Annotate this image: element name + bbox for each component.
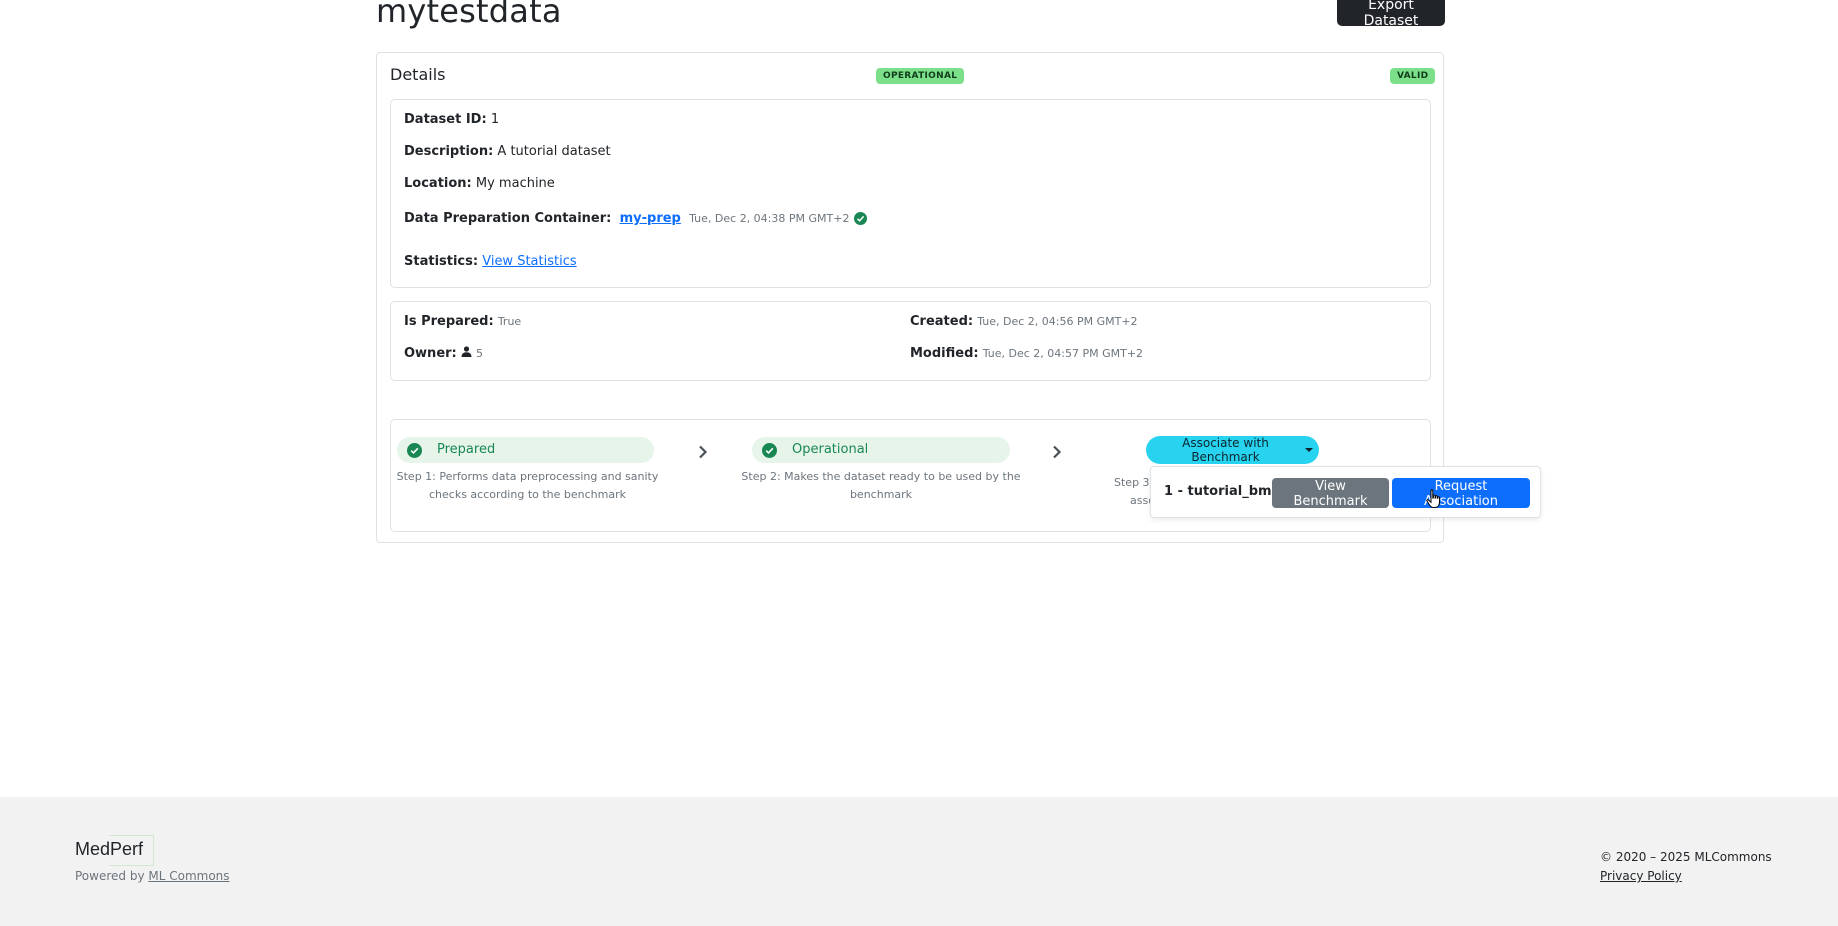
details-title: Details bbox=[390, 65, 446, 84]
dataset-id-row: Dataset ID: 1 bbox=[404, 112, 499, 127]
mlcommons-link[interactable]: ML Commons bbox=[148, 869, 229, 883]
location-label: Location: bbox=[404, 176, 472, 191]
valid-badge: VALID bbox=[1390, 68, 1436, 84]
check-circle-icon bbox=[407, 443, 422, 458]
container-label: Data Preparation Container: bbox=[404, 211, 612, 226]
step1-desc-line1: Step 1: Performs data preprocessing and … bbox=[396, 470, 659, 483]
check-circle-icon bbox=[853, 212, 867, 225]
description-value: A tutorial dataset bbox=[497, 144, 611, 159]
modified-row: Modified: Tue, Dec 2, 04:57 PM GMT+2 bbox=[910, 346, 1143, 361]
view-statistics-link[interactable]: View Statistics bbox=[482, 254, 576, 269]
description-row: Description: A tutorial dataset bbox=[404, 144, 611, 159]
associate-benchmark-button[interactable]: Associate with Benchmark bbox=[1146, 436, 1319, 464]
site-footer: MedPerf Powered by ML Commons © 2020 – 2… bbox=[0, 797, 1838, 926]
dataset-meta-box: Is Prepared: True Owner: 5 Created: Tue,… bbox=[390, 301, 1431, 381]
check-circle-icon bbox=[762, 443, 777, 458]
caret-down-icon bbox=[1305, 448, 1313, 452]
page-title: mytestdata bbox=[376, 0, 562, 30]
step3-desc-line1: Step 3: bbox=[1114, 476, 1154, 489]
powered-by-text: Powered by ML Commons bbox=[75, 869, 230, 883]
created-row: Created: Tue, Dec 2, 04:56 PM GMT+2 bbox=[910, 314, 1138, 329]
step-operational: Operational bbox=[752, 437, 1010, 463]
chevron-right-icon bbox=[698, 444, 708, 463]
benchmark-dropdown-menu: 1 - tutorial_bmk View Benchmark Request … bbox=[1150, 466, 1541, 518]
location-value: My machine bbox=[475, 176, 555, 191]
modified-label: Modified: bbox=[910, 346, 979, 361]
step3-description: Step 3: asso bbox=[1114, 474, 1155, 510]
medperf-logo[interactable]: MedPerf bbox=[75, 839, 143, 860]
container-link[interactable]: my-prep bbox=[620, 211, 681, 226]
owner-label: Owner: bbox=[404, 346, 457, 361]
copyright-text: © 2020 – 2025 MLCommons bbox=[1600, 850, 1772, 864]
powered-by-prefix: Powered by bbox=[75, 869, 149, 883]
container-row: Data Preparation Container: my-prep Tue,… bbox=[404, 211, 867, 226]
benchmark-item-label: 1 - tutorial_bmk bbox=[1164, 484, 1281, 499]
view-benchmark-button[interactable]: View Benchmark bbox=[1272, 478, 1389, 509]
step-operational-label: Operational bbox=[792, 442, 869, 457]
description-label: Description: bbox=[404, 144, 494, 159]
step-prepared: Prepared bbox=[397, 437, 654, 463]
export-dataset-button[interactable]: Export Dataset bbox=[1337, 0, 1445, 29]
privacy-policy-link[interactable]: Privacy Policy bbox=[1600, 869, 1682, 883]
owner-row: Owner: 5 bbox=[404, 346, 483, 361]
statistics-label: Statistics: bbox=[404, 254, 479, 269]
operational-badge: OPERATIONAL bbox=[876, 68, 965, 84]
dataset-id-label: Dataset ID: bbox=[404, 112, 487, 127]
modified-value: Tue, Dec 2, 04:57 PM GMT+2 bbox=[982, 347, 1144, 360]
step2-desc-line2: benchmark bbox=[849, 488, 913, 501]
associate-benchmark-label: Associate with Benchmark bbox=[1182, 436, 1269, 464]
step1-description: Step 1: Performs data preprocessing and … bbox=[391, 468, 664, 504]
statistics-row: Statistics: View Statistics bbox=[404, 254, 577, 269]
step3-desc-line2: asso bbox=[1130, 494, 1155, 507]
dataset-info-box: Dataset ID: 1 Description: A tutorial da… bbox=[390, 99, 1431, 288]
created-value: Tue, Dec 2, 04:56 PM GMT+2 bbox=[977, 315, 1138, 328]
prepared-value: True bbox=[497, 315, 522, 328]
location-row: Location: My machine bbox=[404, 176, 555, 191]
step2-description: Step 2: Makes the dataset ready to be us… bbox=[739, 468, 1023, 504]
step-prepared-label: Prepared bbox=[437, 442, 496, 457]
container-date: Tue, Dec 2, 04:38 PM GMT+2 bbox=[689, 212, 850, 225]
user-icon bbox=[461, 346, 476, 361]
hand-pointer-icon bbox=[1426, 489, 1442, 513]
created-label: Created: bbox=[910, 314, 974, 329]
prepared-row: Is Prepared: True bbox=[404, 314, 521, 329]
step1-desc-line2: checks according to the benchmark bbox=[429, 488, 626, 501]
owner-value: 5 bbox=[476, 347, 484, 360]
chevron-right-icon bbox=[1052, 444, 1062, 463]
prepared-label: Is Prepared: bbox=[404, 314, 494, 329]
request-association-button[interactable]: Request Association bbox=[1392, 478, 1530, 509]
dataset-id-value: 1 bbox=[490, 112, 500, 127]
step2-desc-line1: Step 2: Makes the dataset ready to be us… bbox=[741, 470, 1021, 483]
